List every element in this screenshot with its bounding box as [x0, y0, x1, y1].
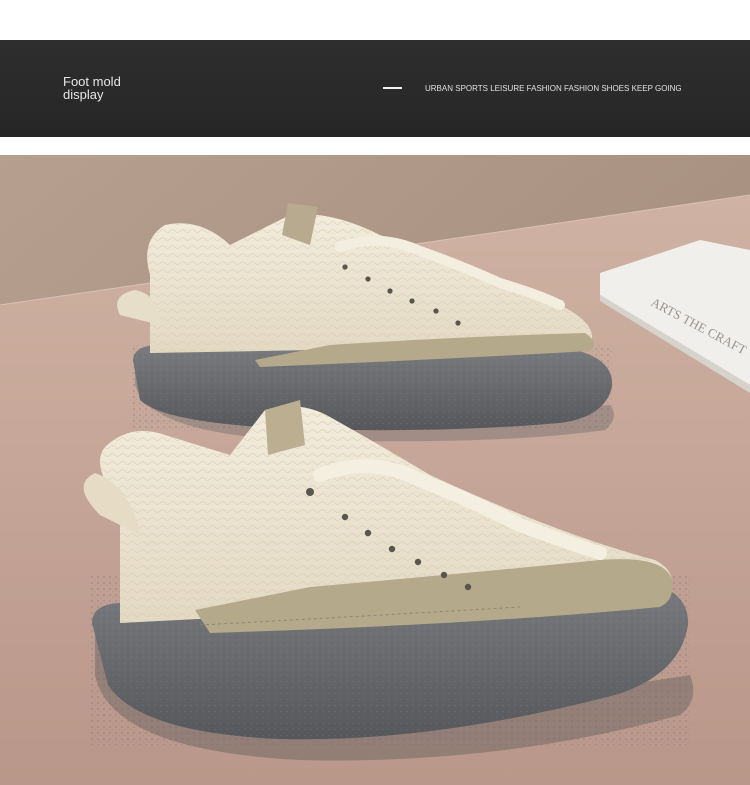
banner-title: Foot mold display: [63, 74, 121, 102]
product-photo: ARTS THE CRAFT: [0, 155, 750, 785]
banner-tagline: URBAN SPORTS LEISURE FASHION FASHION SHO…: [425, 84, 682, 93]
header-banner: Foot mold display URBAN SPORTS LEISURE F…: [0, 40, 750, 137]
banner-divider: [383, 87, 402, 89]
